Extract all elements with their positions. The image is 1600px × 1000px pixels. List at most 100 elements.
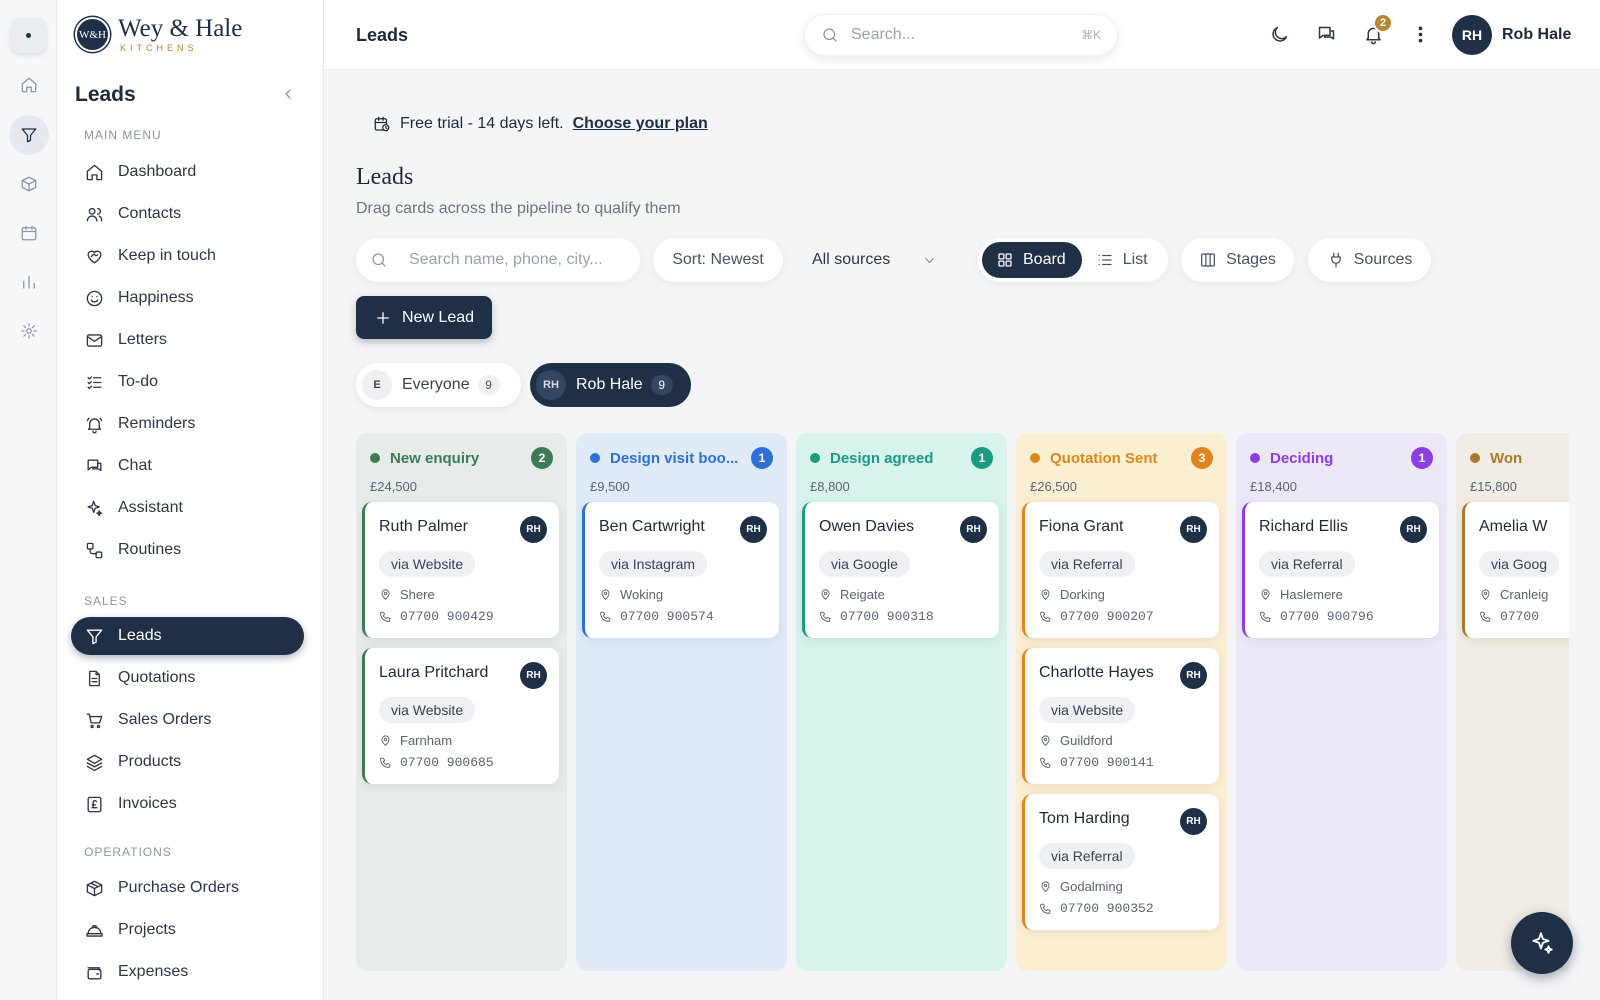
assignee-avatar[interactable]: RH — [1180, 516, 1207, 543]
notifications-icon[interactable]: 2 — [1363, 13, 1393, 45]
lead-card[interactable]: Ben Cartwright RH via Instagram Woking 07700… — [582, 502, 779, 638]
assignee-avatar[interactable]: RH — [960, 516, 987, 543]
user-name[interactable]: Rob Hale — [1502, 26, 1571, 44]
lead-phone[interactable]: 07700 — [1479, 609, 1539, 624]
assignee-avatar[interactable]: RH — [1180, 808, 1207, 835]
sidebar-item-sales-orders[interactable]: Sales Orders — [71, 701, 304, 739]
sources-button[interactable]: Sources — [1308, 238, 1431, 282]
assignee-avatar[interactable]: RH — [1180, 662, 1207, 689]
lead-phone[interactable]: 07700 900429 — [379, 609, 494, 624]
sidebar-item-label: Leads — [118, 627, 162, 644]
messages-icon[interactable] — [1316, 24, 1337, 45]
view-toggle: Board List — [978, 238, 1168, 282]
lead-phone[interactable]: 07700 900207 — [1039, 609, 1154, 624]
choose-plan-link[interactable]: Choose your plan — [573, 115, 708, 133]
rail-filter-icon[interactable] — [9, 115, 49, 155]
lead-phone[interactable]: 07700 900318 — [819, 609, 934, 624]
brand-logo[interactable]: W&H Wey & Hale KITCHENS — [75, 16, 242, 53]
lead-location: Guildford — [1039, 733, 1113, 748]
sidebar-item-keep-in-touch[interactable]: Keep in touch — [71, 237, 304, 275]
sidebar-item-routines[interactable]: Routines — [71, 531, 304, 569]
owner-label: Everyone — [402, 376, 470, 393]
dark-mode-icon[interactable] — [1269, 24, 1290, 45]
sidebar-item-invoices[interactable]: Invoices — [71, 785, 304, 823]
sidebar-item-assistant[interactable]: Assistant — [71, 489, 304, 527]
pipeline-column: Quotation Sent 3 £26,500 Fiona Grant RH via R… — [1016, 433, 1227, 971]
lead-phone[interactable]: 07700 900685 — [379, 755, 494, 770]
source-filter-select[interactable]: All sources — [798, 240, 960, 280]
owner-avatar: RH — [536, 370, 566, 400]
assignee-avatar[interactable]: RH — [520, 662, 547, 689]
sidebar-item-leads[interactable]: Leads — [71, 617, 304, 655]
lead-phone[interactable]: 07700 900796 — [1259, 609, 1374, 624]
sidebar-item-letters[interactable]: Letters — [71, 321, 304, 359]
section-main-menu: MAIN MENU — [84, 128, 162, 142]
assistant-fab-button[interactable] — [1511, 912, 1573, 974]
lead-source-tag: via Website — [1039, 697, 1136, 723]
assignee-avatar[interactable]: RH — [740, 516, 767, 543]
sidebar-item-to-do[interactable]: To-do — [71, 363, 304, 401]
plug-icon — [1330, 252, 1341, 268]
sidebar-item-label: Products — [118, 753, 182, 770]
rail-home-icon[interactable] — [9, 65, 49, 105]
view-list-button[interactable]: List — [1082, 242, 1164, 278]
lead-name: Tom Harding — [1039, 810, 1130, 827]
column-name: Design visit boo... — [610, 449, 739, 467]
brand-name: Wey & Hale — [118, 15, 243, 42]
sort-button[interactable]: Sort: Newest — [653, 238, 783, 282]
map-pin-icon — [1481, 589, 1490, 600]
assignee-avatar[interactable]: RH — [520, 516, 547, 543]
phone-icon — [600, 611, 611, 622]
lead-town: Dorking — [1060, 587, 1105, 602]
sidebar-title: Leads — [75, 83, 136, 106]
lead-card[interactable]: Amelia W via Goog Cranleig 07700 — [1462, 502, 1569, 638]
new-lead-button[interactable]: New Lead — [356, 296, 492, 339]
rail-box-icon[interactable] — [9, 164, 49, 204]
lead-card[interactable]: Richard Ellis RH via Referral Haslemere 0770… — [1242, 502, 1439, 638]
sidebar-item-reminders[interactable]: Reminders — [71, 405, 304, 443]
sidebar-item-quotations[interactable]: Quotations — [71, 659, 304, 697]
sparkles-icon — [1532, 932, 1553, 954]
assignee-avatar[interactable]: RH — [1400, 516, 1427, 543]
sidebar-item-label: Invoices — [118, 795, 177, 812]
map-pin-icon — [821, 589, 830, 600]
user-avatar[interactable]: RH — [1452, 15, 1492, 55]
lead-phone[interactable]: 07700 900574 — [599, 609, 714, 624]
rail-settings-icon[interactable] — [9, 311, 49, 351]
collapse-sidebar-icon[interactable] — [280, 86, 296, 102]
lead-card[interactable]: Laura Pritchard RH via Website Farnham 07700… — [362, 648, 559, 784]
sidebar-item-products[interactable]: Products — [71, 743, 304, 781]
app-switcher-logo[interactable] — [11, 18, 46, 53]
lead-search-input[interactable]: Search name, phone, city... — [356, 238, 640, 282]
lead-phone-number: 07700 900429 — [400, 609, 494, 624]
lead-phone[interactable]: 07700 900352 — [1039, 901, 1154, 916]
lead-card[interactable]: Charlotte Hayes RH via Website Guildford 077… — [1022, 648, 1219, 784]
stages-button[interactable]: Stages — [1181, 238, 1294, 282]
rail-calendar-icon[interactable] — [9, 213, 49, 253]
lead-location: Reigate — [819, 587, 885, 602]
lead-card[interactable]: Fiona Grant RH via Referral Dorking 07700 90… — [1022, 502, 1219, 638]
column-count-badge: 3 — [1191, 447, 1213, 469]
top-bar: Leads Search... ⌘K 2 RH Rob Hale — [324, 0, 1600, 70]
hard-hat-icon — [86, 924, 103, 937]
lead-card[interactable]: Owen Davies RH via Google Reigate 07700 9003… — [802, 502, 999, 638]
owner-filter-rob-hale[interactable]: RH Rob Hale 9 — [530, 363, 691, 407]
lead-card[interactable]: Ruth Palmer RH via Website Shere 07700 90042… — [362, 502, 559, 638]
view-board-button[interactable]: Board — [982, 242, 1082, 278]
layers-icon — [86, 754, 103, 771]
sidebar-item-expenses[interactable]: Expenses — [71, 953, 304, 991]
sidebar-item-dashboard[interactable]: Dashboard — [71, 153, 304, 191]
rail-chart-icon[interactable] — [9, 262, 49, 302]
sidebar-item-chat[interactable]: Chat — [71, 447, 304, 485]
sidebar-item-label: Purchase Orders — [118, 879, 239, 896]
sidebar-item-happiness[interactable]: Happiness — [71, 279, 304, 317]
more-options-icon[interactable] — [1410, 24, 1431, 45]
global-search-input[interactable]: Search... ⌘K — [804, 14, 1118, 56]
sidebar-item-projects[interactable]: Projects — [71, 911, 304, 949]
lead-phone[interactable]: 07700 900141 — [1039, 755, 1154, 770]
sidebar-item-contacts[interactable]: Contacts — [71, 195, 304, 233]
sidebar-item-purchase-orders[interactable]: Purchase Orders — [71, 869, 304, 907]
lead-source-tag: via Website — [379, 697, 476, 723]
lead-card[interactable]: Tom Harding RH via Referral Godalming 07700 … — [1022, 794, 1219, 930]
owner-filter-everyone[interactable]: E Everyone 9 — [356, 363, 521, 407]
